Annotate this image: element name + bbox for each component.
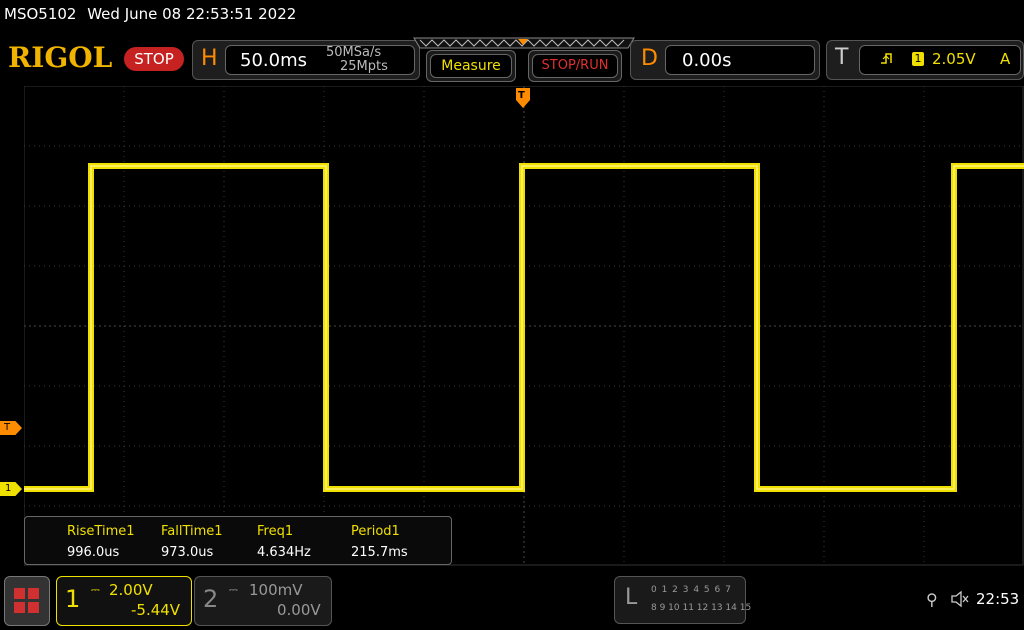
grid-menu-icon [14,588,39,613]
meas-header-rise: RiseTime1 [67,524,135,539]
logic-panel[interactable]: L 0 1 2 3 4 5 6 7 8 9 10 11 12 13 14 15 [614,576,751,624]
trigger-letter: T [835,45,849,70]
status-line: MSO5102 Wed June 08 22:53:51 2022 [4,5,296,23]
delay-value: 0.00s [682,50,732,71]
dc-coupling-icon: ⎓ [91,583,100,596]
delay-field: 0.00s [665,45,815,75]
measurement-panel[interactable]: RiseTime1 FallTime1 Freq1 Period1 996.0u… [24,516,452,565]
logic-channels-high: 8 9 10 11 12 13 14 15 [651,603,752,613]
meas-value-fall: 973.0us [161,545,214,560]
trigger-source: 1 [912,52,924,66]
measure-button-label: Measure [430,54,512,78]
delay-letter: D [641,46,658,71]
trigger-field: 1 2.05V A [859,45,1021,75]
channel1-ground-marker[interactable]: 1 [0,482,22,496]
channel1-panel[interactable]: 1 ⎓ 2.00V -5.44V [56,576,192,626]
timebase-value: 50.0ms [240,50,307,71]
meas-header-fall: FallTime1 [161,524,223,539]
channel1-scale: 2.00V [109,581,153,599]
channel2-offset: 0.00V [277,601,321,619]
speaker-muted-icon[interactable] [950,590,970,608]
waveform-display[interactable] [24,86,1024,566]
channel1-offset: -5.44V [131,601,181,619]
trigger-mode: A [1000,50,1011,68]
meas-value-freq: 4.634Hz [257,545,311,560]
dc-coupling-icon: ⎓ [229,583,238,596]
rising-edge-icon [881,53,892,64]
date-time: Wed June 08 22:53:51 2022 [87,5,297,23]
meas-header-period: Period1 [351,524,400,539]
usb-icon[interactable]: ⚲ [926,590,938,609]
channel2-panel[interactable]: 2 ⎓ 100mV 0.00V [194,576,332,626]
rigol-logo: RIGOL [8,41,113,74]
sample-rate: 50MSa/s [326,45,382,60]
main-menu-button[interactable] [4,576,50,626]
measure-button[interactable]: Measure [426,50,516,82]
model-name: MSO5102 [4,5,77,23]
trigger-panel[interactable]: T 1 2.05V A [826,40,1024,80]
run-state-badge[interactable]: STOP [124,47,184,71]
trigger-level-marker[interactable]: T [0,421,22,435]
memory-depth: 25Mpts [340,59,388,74]
stop-run-button[interactable]: STOP/RUN [528,50,622,82]
channel2-scale: 100mV [249,581,303,599]
horizontal-panel[interactable]: H 50.0ms 50MSa/s 25Mpts [192,40,420,80]
stop-run-label: STOP/RUN [532,54,618,78]
meas-header-freq: Freq1 [257,524,294,539]
horizontal-letter: H [201,46,218,71]
logic-channels-low: 0 1 2 3 4 5 6 7 [651,585,732,595]
channel2-number: 2 [203,585,219,613]
meas-value-rise: 996.0us [67,545,120,560]
system-clock: 22:53 [976,590,1020,608]
trigger-level: 2.05V [932,50,976,68]
logic-letter: L [625,585,638,610]
trigger-position-marker[interactable]: T [516,88,530,110]
channel1-number: 1 [65,585,81,613]
memory-position-bar [413,37,635,49]
delay-panel[interactable]: D 0.00s [630,40,820,80]
timebase-field: 50.0ms 50MSa/s 25Mpts [225,45,415,75]
meas-value-period: 215.7ms [351,545,408,560]
